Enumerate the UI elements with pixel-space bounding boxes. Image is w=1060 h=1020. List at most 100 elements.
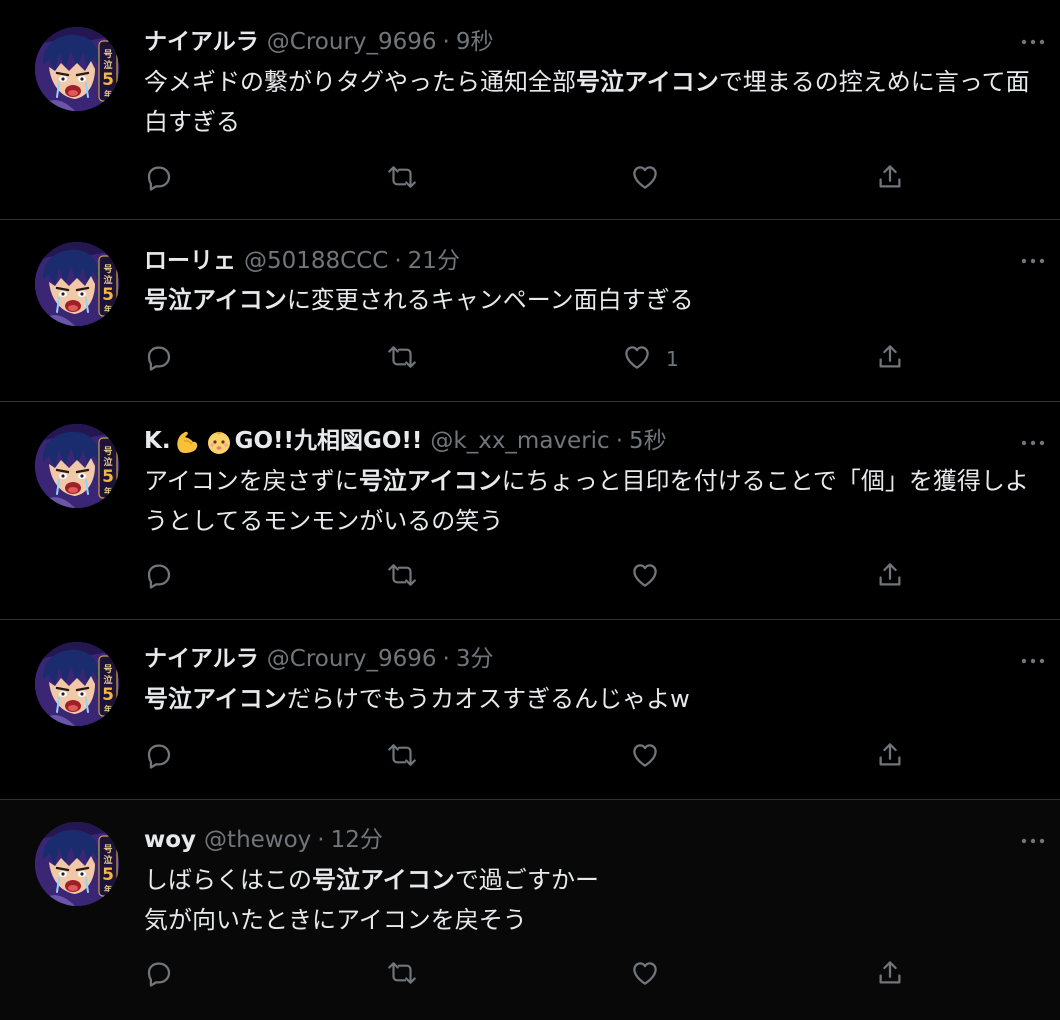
retweet-icon bbox=[385, 958, 419, 992]
like-icon bbox=[630, 958, 660, 992]
flexed-biceps-emoji bbox=[173, 428, 201, 456]
timestamp[interactable]: 3分 bbox=[456, 644, 494, 674]
user-handle[interactable]: @Croury_9696 bbox=[267, 27, 437, 57]
share-icon bbox=[875, 560, 905, 594]
svg-text:年: 年 bbox=[104, 486, 112, 496]
action-bar bbox=[0, 560, 1060, 594]
more-icon[interactable] bbox=[1020, 32, 1046, 52]
separator-dot: · bbox=[317, 827, 325, 853]
svg-text:5: 5 bbox=[102, 467, 114, 487]
display-name-part: GO!!九相図GO!! bbox=[234, 428, 423, 454]
retweet-button[interactable] bbox=[385, 560, 419, 594]
avatar[interactable]: 号泣5年 bbox=[35, 642, 119, 726]
tweet-header: K. GO!!九相図GO!! @k_xx_maveric · 5秒 bbox=[144, 426, 667, 456]
svg-text:号: 号 bbox=[103, 446, 112, 457]
timestamp[interactable]: 21分 bbox=[408, 246, 460, 276]
like-count: 1 bbox=[666, 347, 679, 371]
share-button[interactable] bbox=[875, 958, 905, 992]
retweet-icon bbox=[385, 342, 419, 376]
user-handle[interactable]: @Croury_9696 bbox=[267, 644, 437, 674]
share-icon bbox=[875, 958, 905, 992]
display-name[interactable]: K. GO!!九相図GO!! bbox=[144, 426, 422, 456]
timeline: 号泣5年 ナイアルラ @Croury_9696 · 9秒 今メギドの繋がりタグや… bbox=[0, 0, 1060, 1020]
tweet-header: woy @thewoy · 12分 bbox=[144, 825, 383, 855]
reply-icon bbox=[144, 162, 174, 196]
timestamp[interactable]: 9秒 bbox=[456, 27, 494, 57]
display-name[interactable]: ナイアルラ bbox=[144, 27, 259, 57]
reply-button[interactable] bbox=[144, 162, 174, 196]
svg-text:号: 号 bbox=[103, 844, 112, 855]
svg-text:5: 5 bbox=[102, 285, 114, 305]
svg-text:年: 年 bbox=[104, 89, 112, 99]
reply-icon bbox=[144, 958, 174, 992]
like-icon bbox=[630, 162, 660, 196]
reply-button[interactable] bbox=[144, 342, 174, 376]
baby-face-emoji bbox=[205, 428, 233, 456]
display-name-part: K. bbox=[144, 428, 171, 454]
tweet[interactable]: 号泣5年 ナイアルラ @Croury_9696 · 9秒 今メギドの繋がりタグや… bbox=[0, 0, 1060, 220]
retweet-icon bbox=[385, 560, 419, 594]
user-handle[interactable]: @50188CCC bbox=[244, 246, 388, 276]
reply-button[interactable] bbox=[144, 740, 174, 774]
separator-dot: · bbox=[394, 248, 402, 274]
more-icon[interactable] bbox=[1020, 433, 1046, 453]
like-button[interactable] bbox=[630, 162, 674, 196]
avatar[interactable]: 号泣5年 bbox=[35, 242, 119, 326]
action-bar bbox=[0, 740, 1060, 774]
tweet-text: 号泣アイコンだらけでもうカオスすぎるんじゃよw bbox=[144, 685, 690, 713]
retweet-icon bbox=[385, 740, 419, 774]
svg-text:年: 年 bbox=[104, 704, 112, 714]
retweet-button[interactable] bbox=[385, 958, 419, 992]
display-name[interactable]: woy bbox=[144, 825, 196, 855]
tweet[interactable]: 号泣5年 woy @thewoy · 12分 しばらくはこの号泣アイコンで過ごす… bbox=[0, 800, 1060, 1020]
tweet[interactable]: 号泣5年 K. GO!!九相図GO!! @k_xx_maveric · 5秒 アイ… bbox=[0, 402, 1060, 620]
more-icon[interactable] bbox=[1020, 831, 1046, 851]
tweet-header: ナイアルラ @Croury_9696 · 3分 bbox=[144, 644, 494, 674]
display-name[interactable]: ローリェ bbox=[144, 246, 236, 276]
tweet-text: アイコンを戻さずに号泣アイコンにちょっと目印を付けることで「個」を獲得しようとし… bbox=[144, 467, 1029, 535]
tweet[interactable]: 号泣5年 ローリェ @50188CCC · 21分 号泣アイコンに変更されるキャ… bbox=[0, 220, 1060, 402]
svg-text:号: 号 bbox=[103, 264, 112, 275]
retweet-button[interactable] bbox=[385, 162, 419, 196]
share-icon bbox=[875, 342, 905, 376]
share-button[interactable] bbox=[875, 162, 905, 196]
svg-text:5: 5 bbox=[102, 685, 114, 705]
retweet-button[interactable] bbox=[385, 342, 419, 376]
share-button[interactable] bbox=[875, 342, 905, 376]
timestamp[interactable]: 5秒 bbox=[629, 426, 667, 456]
share-icon bbox=[875, 162, 905, 196]
svg-text:5: 5 bbox=[102, 70, 114, 90]
more-icon[interactable] bbox=[1020, 251, 1046, 271]
tweet[interactable]: 号泣5年 ナイアルラ @Croury_9696 · 3分 号泣アイコンだらけでも… bbox=[0, 620, 1060, 800]
share-button[interactable] bbox=[875, 560, 905, 594]
avatar[interactable]: 号泣5年 bbox=[35, 424, 119, 508]
svg-text:年: 年 bbox=[104, 304, 112, 314]
share-icon bbox=[875, 740, 905, 774]
share-button[interactable] bbox=[875, 740, 905, 774]
more-icon[interactable] bbox=[1020, 651, 1046, 671]
separator-dot: · bbox=[442, 29, 450, 55]
avatar[interactable]: 号泣5年 bbox=[35, 27, 119, 111]
reply-button[interactable] bbox=[144, 560, 174, 594]
retweet-icon bbox=[385, 162, 419, 196]
retweet-button[interactable] bbox=[385, 740, 419, 774]
reply-icon bbox=[144, 740, 174, 774]
tweet-header: ローリェ @50188CCC · 21分 bbox=[144, 246, 460, 276]
user-handle[interactable]: @thewoy bbox=[204, 825, 311, 855]
reply-icon bbox=[144, 342, 174, 376]
svg-text:5: 5 bbox=[102, 865, 114, 885]
timestamp[interactable]: 12分 bbox=[331, 825, 383, 855]
user-handle[interactable]: @k_xx_maveric bbox=[430, 426, 609, 456]
like-icon bbox=[622, 342, 652, 376]
display-name[interactable]: ナイアルラ bbox=[144, 644, 259, 674]
like-button[interactable] bbox=[630, 560, 674, 594]
like-button[interactable] bbox=[630, 958, 674, 992]
tweet-text: 号泣アイコンに変更されるキャンペーン面白すぎる bbox=[144, 286, 694, 314]
separator-dot: · bbox=[615, 428, 623, 454]
svg-text:号: 号 bbox=[103, 664, 112, 675]
like-button[interactable] bbox=[630, 740, 674, 774]
tweet-text: 今メギドの繋がりタグやったら通知全部号泣アイコンで埋まるの控えめに言って面白すぎ… bbox=[144, 68, 1030, 136]
avatar[interactable]: 号泣5年 bbox=[35, 822, 119, 906]
reply-button[interactable] bbox=[144, 958, 174, 992]
like-button[interactable]: 1 bbox=[622, 342, 679, 376]
